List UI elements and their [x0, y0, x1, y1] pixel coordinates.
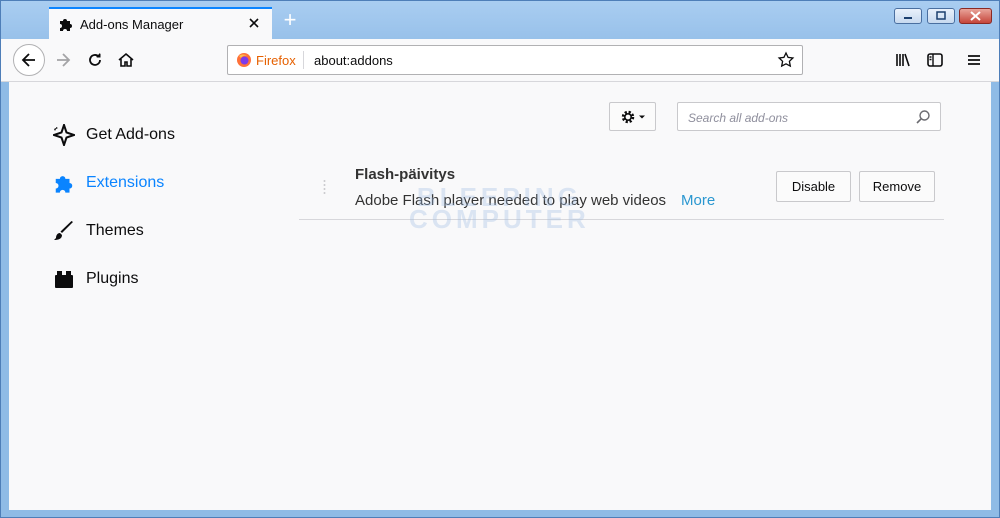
- sidebar-toggle-button[interactable]: [920, 45, 950, 75]
- forward-button[interactable]: [48, 45, 78, 75]
- library-icon: [896, 53, 910, 67]
- minimize-button[interactable]: [894, 8, 922, 24]
- browser-window: Add-ons Manager + Firefox about:addons G…: [0, 0, 1000, 518]
- maximize-button[interactable]: [927, 8, 955, 24]
- gear-icon: [621, 110, 634, 123]
- brush-icon: [53, 220, 75, 242]
- puzzle-icon: [60, 19, 72, 31]
- sidebar-item-get-addons[interactable]: Get Add-ons: [53, 121, 175, 149]
- addon-name: Flash-päivitys: [355, 166, 456, 183]
- tab-title: Add-ons Manager: [80, 17, 184, 32]
- forward-arrow-icon: [57, 53, 71, 67]
- maximize-icon: [936, 11, 946, 20]
- sidebar-item-extensions[interactable]: Extensions: [53, 169, 164, 197]
- plugin-icon: [53, 268, 75, 290]
- watermark: BLEEPING COMPUTER: [409, 182, 590, 234]
- tab-addons-manager[interactable]: Add-ons Manager: [49, 7, 272, 39]
- drag-handle-icon[interactable]: [323, 179, 326, 195]
- sidebar-item-label: Extensions: [86, 174, 165, 191]
- sidebar-item-themes[interactable]: Themes: [53, 217, 144, 245]
- firefox-logo-icon: [237, 53, 251, 67]
- new-tab-button[interactable]: +: [281, 9, 299, 31]
- reload-button[interactable]: [80, 45, 110, 75]
- search-icon: [916, 110, 930, 124]
- remove-button[interactable]: Remove: [859, 171, 935, 202]
- menu-button[interactable]: [959, 45, 989, 75]
- search-box[interactable]: [677, 102, 941, 131]
- sidebar-item-label: Plugins: [86, 270, 139, 287]
- puzzle-icon: [53, 172, 75, 194]
- disable-button[interactable]: Disable: [776, 171, 851, 202]
- close-tab-icon[interactable]: [246, 15, 262, 31]
- search-input[interactable]: [686, 108, 910, 128]
- tools-menu-button[interactable]: [609, 102, 656, 131]
- reload-icon: [89, 53, 101, 66]
- addons-content: Get Add-ons Extensions Themes Plugins Se…: [9, 82, 991, 510]
- back-arrow-icon: [21, 53, 35, 67]
- sparkle-icon: [53, 124, 75, 146]
- title-bar: Add-ons Manager +: [1, 1, 999, 39]
- sidebar-item-label: Themes: [86, 222, 144, 239]
- sidebar-item-label: Get Add-ons: [86, 126, 175, 143]
- close-icon: [970, 11, 981, 21]
- home-button[interactable]: [111, 45, 141, 75]
- sidebar-item-plugins[interactable]: Plugins: [53, 265, 138, 293]
- close-window-button[interactable]: [959, 8, 992, 24]
- addon-row[interactable]: Flash-päivitys Adobe Flash player needed…: [299, 157, 944, 220]
- library-button[interactable]: [888, 45, 918, 75]
- chevron-down-icon: [638, 115, 645, 118]
- url-text[interactable]: about:addons: [314, 53, 393, 68]
- home-icon: [118, 52, 134, 67]
- bookmark-star-icon[interactable]: [777, 51, 795, 69]
- identity-label: Firefox: [256, 53, 296, 68]
- back-button[interactable]: [13, 44, 45, 76]
- more-link[interactable]: More: [681, 192, 715, 209]
- url-bar[interactable]: Firefox about:addons: [227, 45, 803, 75]
- minimize-icon: [904, 17, 912, 19]
- hamburger-icon: [968, 55, 980, 65]
- sidebar-icon: [927, 53, 943, 67]
- url-separator: [303, 51, 304, 69]
